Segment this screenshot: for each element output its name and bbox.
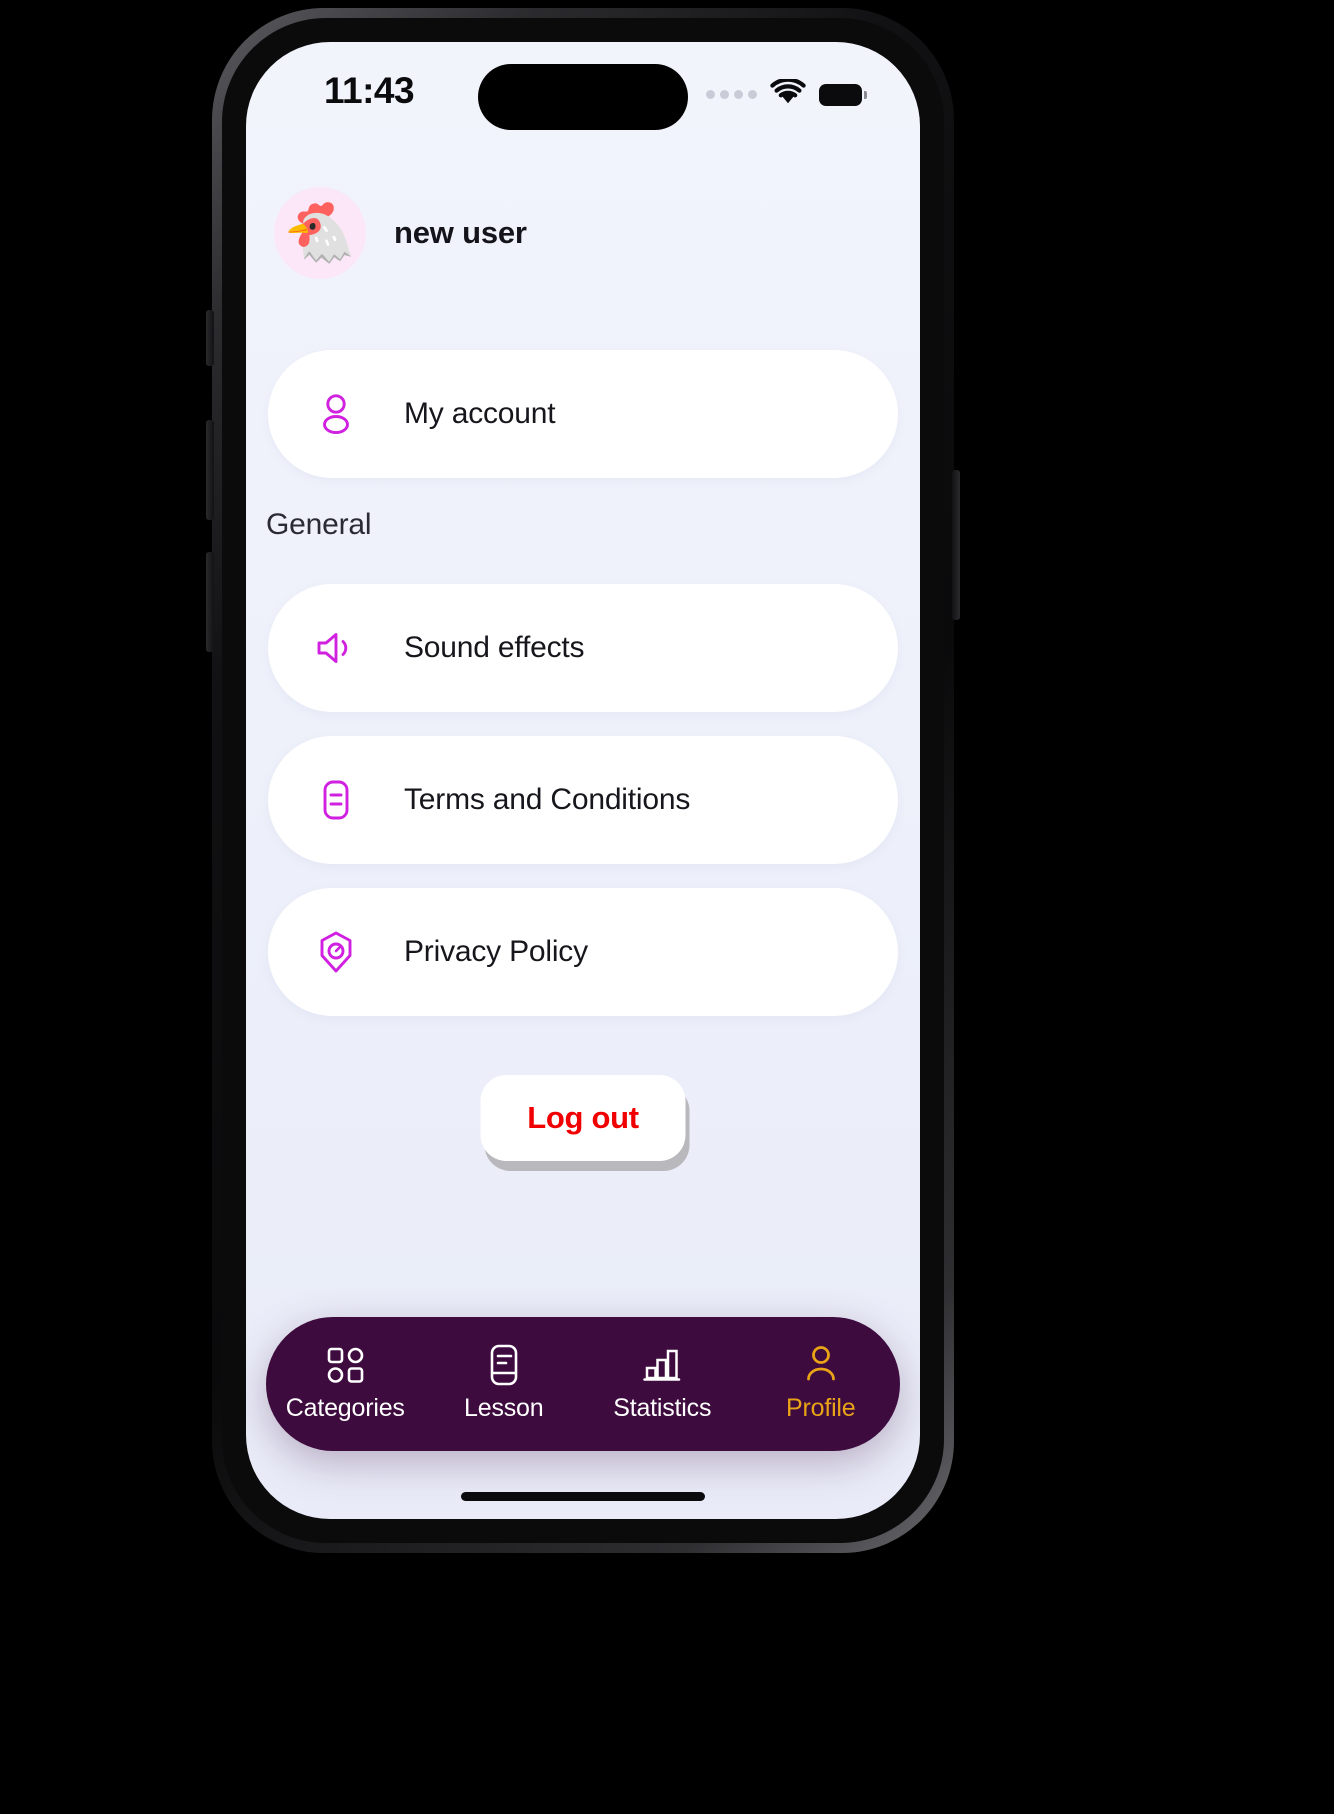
shield-icon xyxy=(314,930,358,974)
cellular-dots-icon xyxy=(706,90,757,99)
avatar: 🐔 xyxy=(274,187,366,279)
document-icon xyxy=(314,778,358,822)
silent-switch[interactable] xyxy=(206,310,214,366)
logout-container: Log out xyxy=(480,1075,690,1171)
volume-down-button[interactable] xyxy=(206,552,214,652)
section-title-general: General xyxy=(266,508,372,541)
wifi-icon xyxy=(770,77,806,110)
battery-full-icon xyxy=(819,83,867,106)
person-icon xyxy=(802,1345,840,1385)
nav-label-lesson: Lesson xyxy=(464,1394,544,1422)
sound-effects-label: Sound effects xyxy=(404,631,585,664)
screenshot-root: 11:43 � xyxy=(0,0,1334,1814)
nav-item-categories[interactable]: Categories xyxy=(270,1345,420,1423)
logout-button[interactable]: Log out xyxy=(480,1075,686,1161)
nav-item-lesson[interactable]: Lesson xyxy=(429,1344,579,1423)
status-bar: 11:43 xyxy=(246,42,920,154)
nav-label-profile: Profile xyxy=(786,1394,856,1422)
nav-label-statistics: Statistics xyxy=(613,1394,712,1422)
user-icon xyxy=(314,392,358,436)
page-title: new user xyxy=(394,215,527,250)
terms-and-conditions-label: Terms and Conditions xyxy=(404,783,691,816)
volume-icon xyxy=(314,626,358,670)
power-button[interactable] xyxy=(952,470,960,620)
grid-icon xyxy=(325,1345,365,1385)
status-clock: 11:43 xyxy=(324,70,415,111)
privacy-policy-label: Privacy Policy xyxy=(404,935,588,968)
my-account-row[interactable]: My account xyxy=(268,350,898,478)
home-indicator[interactable] xyxy=(461,1492,705,1501)
volume-up-button[interactable] xyxy=(206,420,214,520)
dynamic-island xyxy=(478,64,688,130)
bar-chart-icon xyxy=(642,1345,682,1385)
privacy-policy-row[interactable]: Privacy Policy xyxy=(268,888,898,1016)
book-icon xyxy=(486,1344,522,1386)
terms-and-conditions-row[interactable]: Terms and Conditions xyxy=(268,736,898,864)
nav-item-profile[interactable]: Profile xyxy=(746,1345,896,1423)
nav-label-categories: Categories xyxy=(285,1394,405,1422)
phone-screen: 11:43 � xyxy=(246,42,920,1519)
bottom-navigation: Categories Lesson Statistics Profile xyxy=(266,1317,900,1451)
status-indicators xyxy=(706,77,867,110)
my-account-label: My account xyxy=(404,397,556,430)
profile-header: 🐔 new user xyxy=(274,187,527,279)
sound-effects-row[interactable]: Sound effects xyxy=(268,584,898,712)
nav-item-statistics[interactable]: Statistics xyxy=(587,1345,737,1423)
